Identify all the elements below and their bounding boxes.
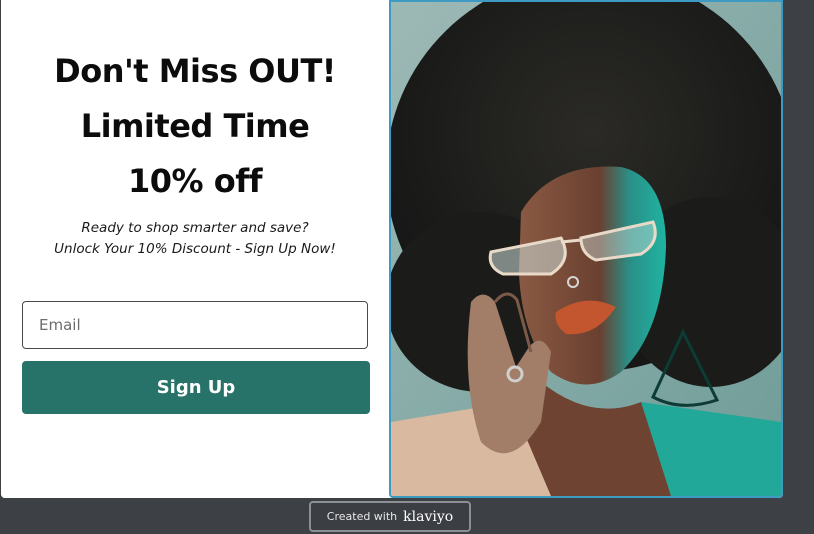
email-input[interactable] — [22, 301, 368, 349]
sign-up-button[interactable]: Sign Up — [22, 361, 370, 414]
subtext-line-2: Unlock Your 10% Discount - Sign Up Now! — [54, 241, 336, 257]
headline-line-3: 10% off — [127, 162, 263, 200]
subtext-line-1: Ready to shop smarter and save? — [81, 220, 309, 236]
badge-created-with-text: Created with — [326, 510, 398, 523]
popup-content-panel: Don't Miss OUT! Limited Time 10% off Rea… — [1, 0, 389, 498]
portrait-photo — [389, 0, 783, 498]
headline-line-2: Limited Time — [80, 107, 310, 145]
portrait-illustration — [391, 2, 781, 496]
klaviyo-badge[interactable]: Created with klaviyo — [309, 501, 471, 532]
klaviyo-logo: klaviyo — [403, 508, 454, 525]
signup-popup: Don't Miss OUT! Limited Time 10% off Rea… — [1, 0, 783, 498]
headline-line-1: Don't Miss OUT! — [54, 52, 336, 90]
